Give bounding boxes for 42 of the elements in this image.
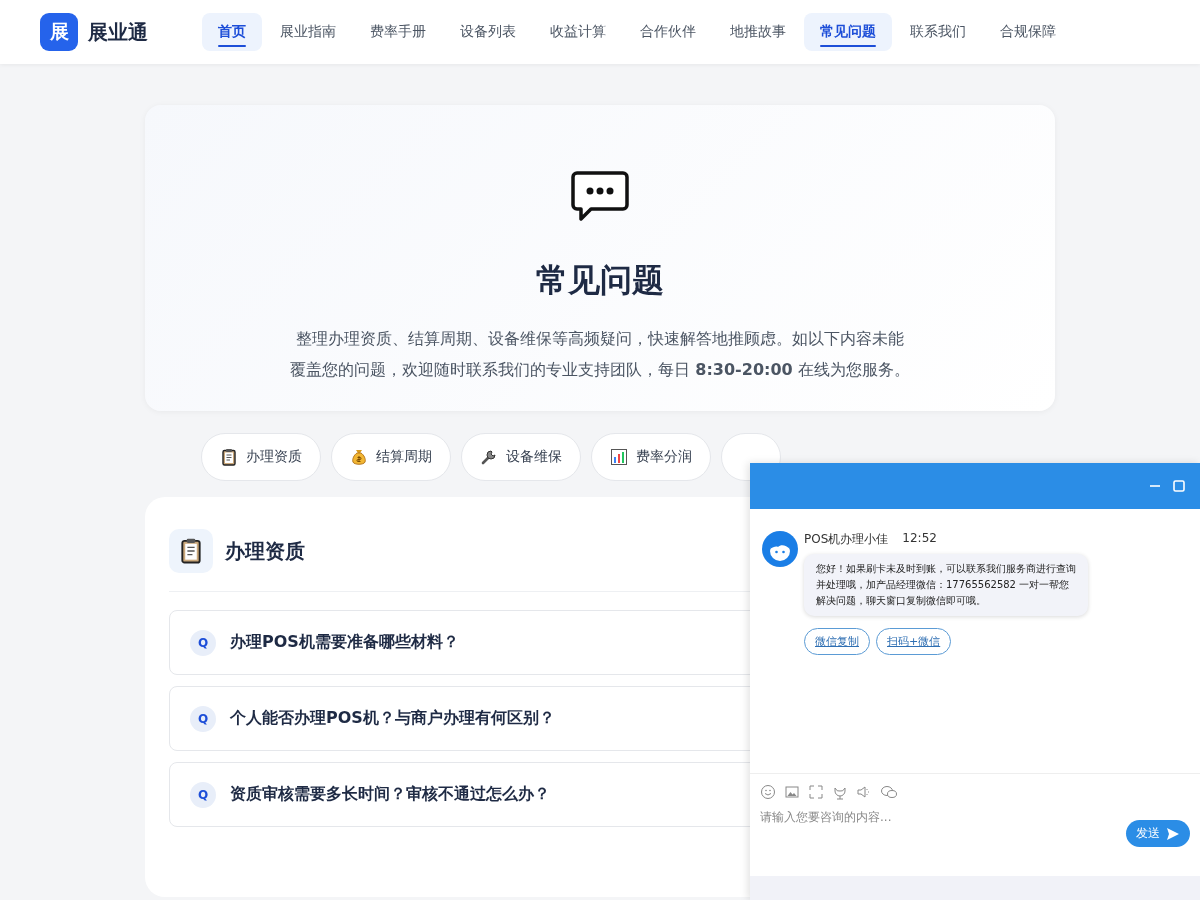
question-badge: Q [190,629,216,656]
money-bag-icon [350,448,368,466]
chat-bubbles-icon[interactable] [880,784,898,800]
message-time: 12:52 [902,531,937,547]
question-text: 个人能否办理POS机？与商户办理有何区别？ [230,708,555,729]
nav-tab[interactable]: 首页 [202,13,262,51]
agent-avatar-icon [762,531,798,567]
nav-tab[interactable]: 合作伙伴 [624,13,712,51]
send-icon [1166,826,1180,841]
nav-tab[interactable]: 常见问题 [804,13,892,51]
question-text: 资质审核需要多长时间？审核不通过怎么办？ [230,784,550,805]
nav-tab[interactable]: 设备列表 [444,13,532,51]
agent-name: POS机办理小佳 [804,531,889,548]
nav-tab[interactable]: 合规保障 [984,13,1072,51]
question-badge: Q [190,781,216,808]
message-bubble: 您好！如果刷卡未及时到账，可以联系我们服务商进行查询并处理哦，加产品经理微信：17765562582 一对一帮您解决问题，聊天窗口复制微信即可哦。 [804,554,1088,616]
page-description: 整理办理资质、结算周期、设备维保等高频疑问，快速解答地推顾虑。如以下内容未能覆盖您的问题，欢迎随时联系我们的专业支持团队，每日 8:30-20:00 在线为您服务。 [290,328,910,381]
question-text: 办理POS机需要准备哪些材料？ [230,632,459,653]
emoji-icon[interactable] [760,784,776,800]
logo-badge[interactable]: 展 [40,13,78,51]
question-badge: Q [190,705,216,732]
image-icon[interactable] [784,784,800,800]
nav-tab[interactable]: 费率手册 [354,13,442,51]
section-title: 办理资质 [225,537,305,565]
wrench-icon [480,448,498,466]
nav-tab[interactable]: 联系我们 [894,13,982,51]
maximize-icon[interactable] [1172,479,1186,493]
speaker-icon[interactable] [856,784,872,800]
bar-chart-icon [610,448,628,466]
category-chip[interactable]: 办理资质 [201,433,321,481]
nav-tab[interactable]: 地推故事 [714,13,802,51]
category-chip[interactable]: 结算周期 [331,433,451,481]
brand-name[interactable]: 展业通 [88,18,148,46]
screenshot-icon[interactable] [808,784,824,800]
category-chip[interactable]: 设备维保 [461,433,581,481]
clipboard-icon [220,448,238,466]
page-title: 常见问题 [536,260,664,301]
clipboard-icon [169,529,213,573]
speech-bubble-icon [571,171,629,221]
nav-tab[interactable]: 收益计算 [534,13,622,51]
category-chip[interactable]: 费率分润 [591,433,711,481]
nav-tab[interactable]: 展业指南 [264,13,352,51]
